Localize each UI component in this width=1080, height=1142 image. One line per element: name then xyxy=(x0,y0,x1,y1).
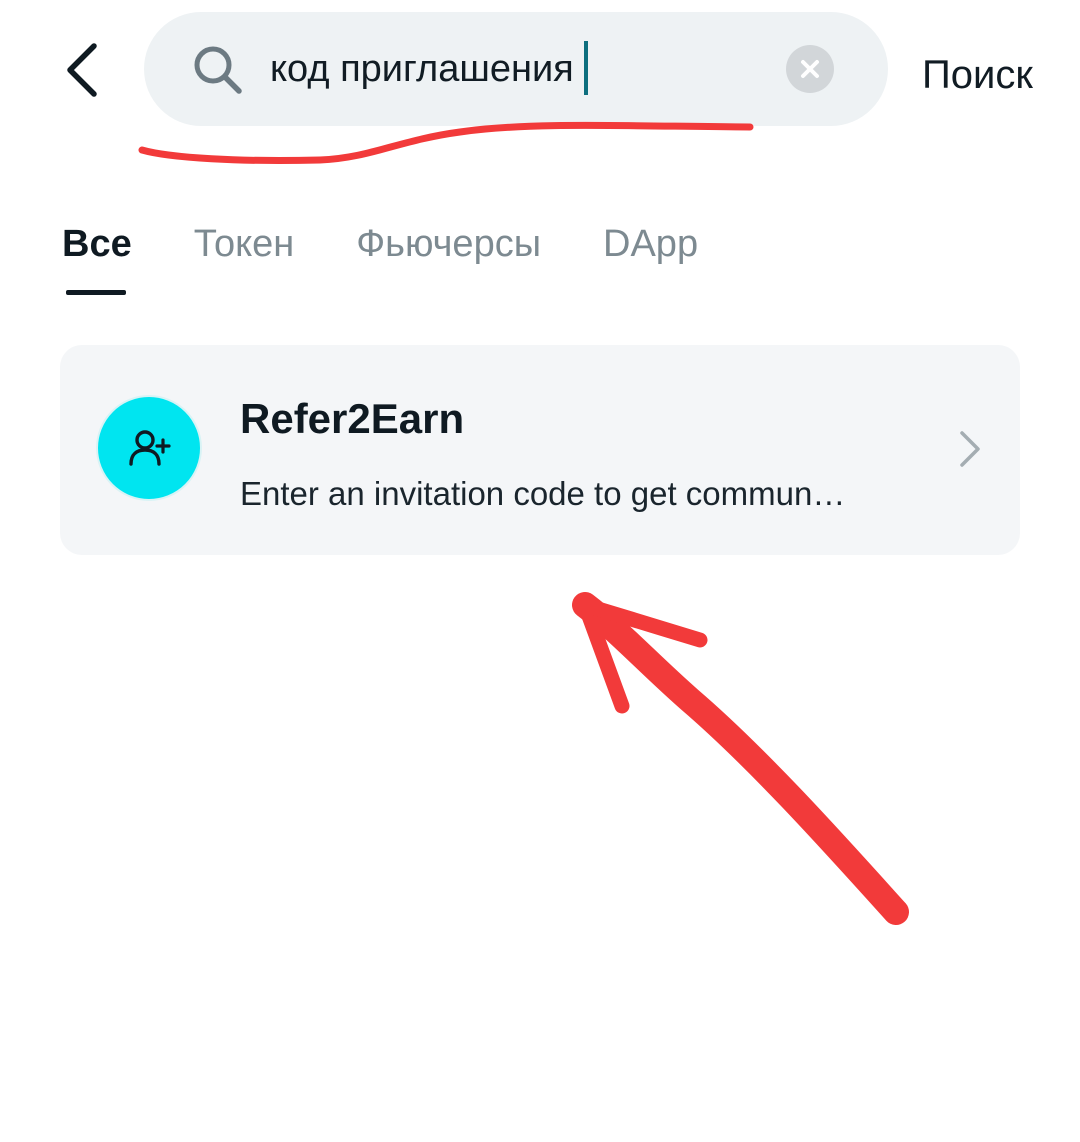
text-caret xyxy=(583,40,588,95)
tab-token[interactable]: Токен xyxy=(194,212,295,276)
add-user-icon xyxy=(129,430,171,466)
search-box[interactable]: код приглашения xyxy=(144,12,888,126)
tab-futures[interactable]: Фьючерсы xyxy=(356,212,541,276)
tab-dapp[interactable]: DApp xyxy=(603,212,698,276)
red-arrow-annotation xyxy=(572,592,909,925)
search-input-value: код приглашения xyxy=(270,48,574,90)
result-avatar xyxy=(96,395,202,501)
search-input[interactable]: код приглашения xyxy=(270,12,588,126)
tab-futures-label: Фьючерсы xyxy=(356,223,542,265)
back-button[interactable] xyxy=(52,34,112,106)
result-description: Enter an invitation code to get commun… xyxy=(240,475,846,512)
chevron-left-icon xyxy=(67,43,97,97)
active-tab-indicator xyxy=(66,290,126,295)
clear-search-button[interactable] xyxy=(786,45,834,93)
search-icon xyxy=(194,46,242,94)
tab-all-label: Все xyxy=(62,223,132,265)
tab-token-label: Токен xyxy=(193,223,295,265)
result-item-refer2earn[interactable]: Refer2Earn Enter an invitation code to g… xyxy=(60,345,1020,555)
tab-dapp-label: DApp xyxy=(603,223,699,265)
chevron-right-icon xyxy=(960,431,980,467)
result-title: Refer2Earn xyxy=(240,395,465,442)
category-tabs: Все Токен Фьючерсы DApp xyxy=(62,212,760,312)
search-button[interactable]: Поиск xyxy=(922,40,1033,110)
close-icon xyxy=(801,60,819,78)
tab-all[interactable]: Все xyxy=(62,212,132,295)
